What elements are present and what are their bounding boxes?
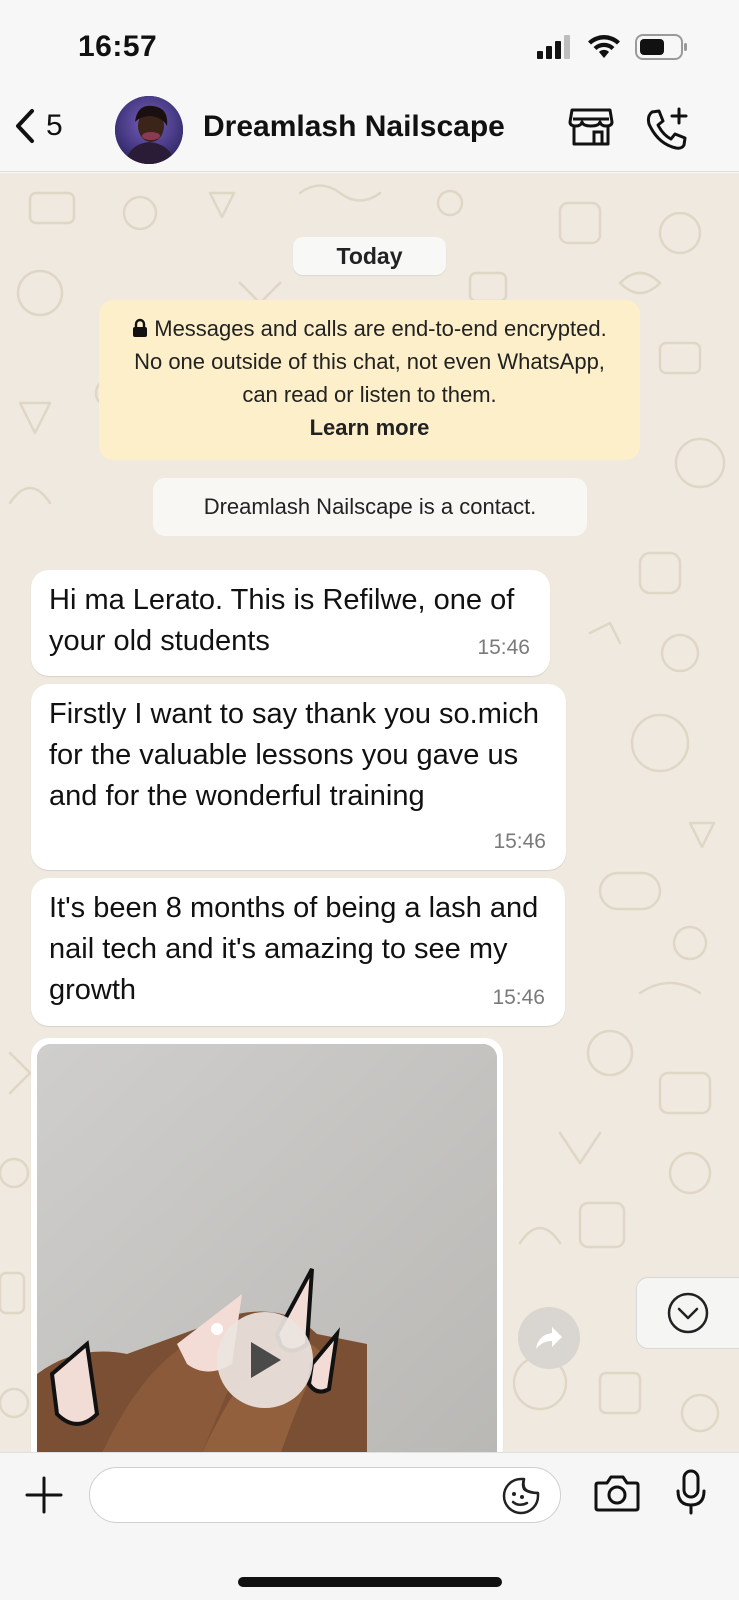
message-bubble[interactable]: It's been 8 months of being a lash and n… xyxy=(31,878,565,1026)
contact-name[interactable]: Dreamlash Nailscape xyxy=(203,110,505,144)
chat-area[interactable]: Today Messages and calls are end-to-end … xyxy=(0,173,739,1452)
message-time: 15:46 xyxy=(492,986,545,1009)
chevron-down-circle-icon xyxy=(667,1292,709,1334)
wifi-icon xyxy=(588,35,620,58)
lock-icon xyxy=(133,318,148,337)
chat-header: 5 Dreamlash Nailscape xyxy=(0,92,739,172)
status-time: 16:57 xyxy=(78,30,158,63)
chevron-left-icon xyxy=(16,109,34,143)
message-text: It's been 8 months of being a lash and n… xyxy=(49,892,539,1006)
video-thumbnail[interactable] xyxy=(37,1044,497,1452)
sticker-icon[interactable] xyxy=(502,1477,540,1515)
plus-icon[interactable] xyxy=(24,1475,64,1515)
home-indicator xyxy=(238,1577,502,1587)
avatar-image xyxy=(115,96,183,164)
video-message[interactable] xyxy=(31,1038,503,1452)
message-input[interactable] xyxy=(89,1467,561,1523)
date-separator: Today xyxy=(293,237,446,275)
scroll-to-bottom-button[interactable] xyxy=(636,1277,739,1349)
camera-icon[interactable] xyxy=(594,1473,640,1513)
message-text: Firstly I want to say thank you so.mich … xyxy=(49,698,539,812)
add-call-icon[interactable] xyxy=(644,106,690,152)
storefront-icon[interactable] xyxy=(568,106,614,148)
battery-icon xyxy=(635,34,687,60)
play-icon xyxy=(251,1342,281,1378)
message-time: 15:46 xyxy=(477,636,530,659)
back-button[interactable]: 5 xyxy=(14,108,63,144)
encryption-notice[interactable]: Messages and calls are end-to-end encryp… xyxy=(99,300,640,460)
avatar[interactable] xyxy=(115,96,183,164)
status-icons xyxy=(537,34,689,60)
message-bubble[interactable]: Hi ma Lerato. This is Refilwe, one of yo… xyxy=(31,570,550,676)
unread-count: 5 xyxy=(46,109,63,142)
encryption-text: Messages and calls are end-to-end encryp… xyxy=(134,316,607,407)
contact-notice: Dreamlash Nailscape is a contact. xyxy=(153,478,587,536)
forward-icon xyxy=(536,1327,562,1349)
message-text: Hi ma Lerato. This is Refilwe, one of yo… xyxy=(49,584,515,657)
cellular-signal-icon xyxy=(537,35,570,59)
status-bar: 16:57 xyxy=(0,0,739,92)
forward-button[interactable] xyxy=(518,1307,580,1369)
play-button[interactable] xyxy=(217,1312,313,1408)
message-time: 15:46 xyxy=(493,830,546,853)
learn-more-link[interactable]: Learn more xyxy=(310,415,430,440)
message-composer xyxy=(0,1452,739,1600)
message-bubble[interactable]: Firstly I want to say thank you so.mich … xyxy=(31,684,566,870)
microphone-icon[interactable] xyxy=(674,1469,708,1515)
